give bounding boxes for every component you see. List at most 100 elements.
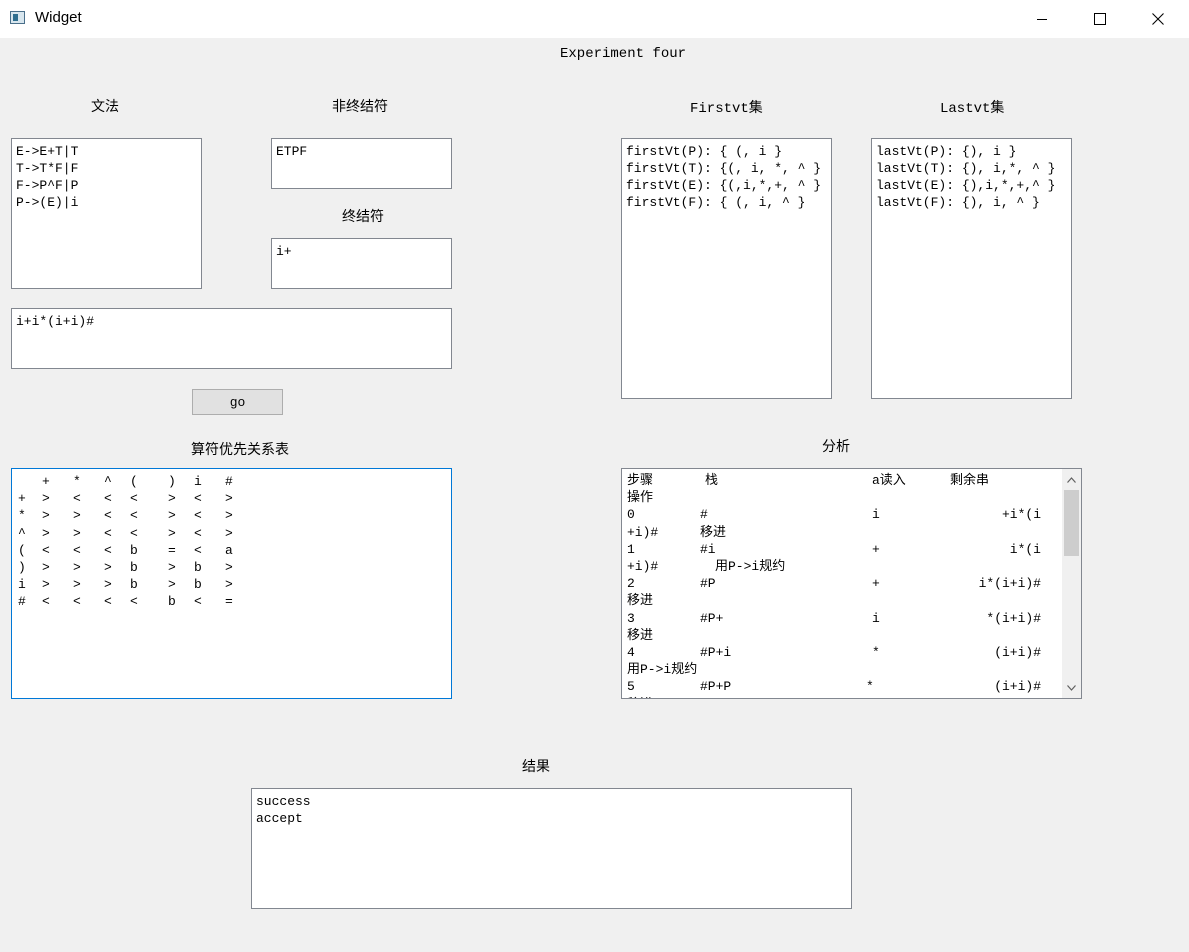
analysis-read: i [872, 507, 880, 523]
lastvt-textbox[interactable]: lastVt(P): {), i } lastVt(T): {), i,*, ^… [871, 138, 1072, 399]
precedence-cell: > [225, 560, 233, 575]
title-bar: Widget [0, 0, 1189, 38]
precedence-header-cell: ( [130, 474, 138, 489]
analysis-read: + [872, 576, 880, 592]
precedence-cell: < [194, 491, 202, 507]
app-icon [10, 11, 25, 24]
precedence-header-cell: # [225, 474, 233, 489]
analysis-rest: +i*(i [1001, 507, 1041, 523]
precedence-cell: > [42, 491, 50, 507]
lastvt-line: lastVt(F): {), i, ^ } [876, 195, 1040, 210]
analysis-step: 3 [627, 610, 635, 626]
precedence-cell: > [104, 560, 112, 575]
precedence-cell: < [73, 542, 81, 558]
analysis-label: 分析 [822, 439, 850, 455]
terminals-value: i+ [276, 244, 292, 259]
close-icon [1152, 13, 1164, 25]
firstvt-line: firstVt(E): {(,i,*,+, ^ } [626, 178, 822, 193]
precedence-cell: < [104, 508, 112, 524]
grammar-line: F->P^F|P [16, 178, 79, 193]
precedence-cell: < [73, 594, 81, 610]
input-string-textbox[interactable]: i+i*(i+i)# [11, 308, 452, 369]
nonterminals-value: ETPF [276, 144, 308, 159]
result-label: 结果 [522, 759, 550, 775]
analysis-rest: *(i+i)# [986, 610, 1041, 626]
analysis-step: 2 [627, 576, 635, 592]
precedence-cell: > [73, 525, 81, 541]
analysis-read: * [872, 645, 880, 660]
minimize-button[interactable] [1013, 0, 1071, 38]
analysis-rest: i*(i+i)# [978, 576, 1041, 592]
precedence-cell: > [225, 508, 233, 524]
precedence-cell: < [130, 491, 138, 507]
analysis-header-stack: 栈 [705, 473, 719, 488]
precedence-cell: + [18, 491, 26, 507]
lastvt-line: lastVt(P): {), i } [876, 144, 1017, 159]
precedence-cell: < [194, 594, 202, 610]
precedence-header-cell: + [42, 474, 50, 489]
precedence-cell: > [73, 508, 81, 524]
terminals-textbox[interactable]: i+ [271, 238, 452, 289]
grammar-line: E->E+T|T [16, 144, 79, 159]
input-string-value: i+i*(i+i)# [16, 314, 95, 329]
analysis-read: i [872, 610, 880, 626]
precedence-cell: = [168, 542, 176, 558]
precedence-cell: > [104, 577, 112, 593]
precedence-cell: b [168, 594, 176, 610]
page-title: Experiment four [560, 46, 687, 62]
result-line: success [256, 794, 311, 809]
precedence-cell: < [42, 594, 50, 610]
analysis-rest: (i+i)# [994, 679, 1041, 695]
precedence-cell: ^ [18, 525, 26, 541]
analysis-content: 步骤栈 a读入 剩余串 操作 0 # i +i*(i +i)# 移进 1 #i + i*(i +i)# 用P-… [622, 469, 1062, 698]
precedence-table-textbox[interactable]: + * ^() i # + > < < < > < > * > > < < > < > ^ > > < < > < >(< < < b = < a)… [11, 468, 452, 699]
precedence-cell: < [194, 508, 202, 524]
analysis-step: 1 [627, 541, 635, 557]
precedence-cell: b [194, 560, 202, 575]
precedence-cell: b [194, 577, 202, 593]
precedence-cell: < [130, 525, 138, 541]
scroll-thumb[interactable] [1064, 490, 1079, 556]
precedence-cell: > [225, 491, 233, 507]
grammar-line: T->T*F|F [16, 161, 79, 176]
analysis-read: + [872, 541, 880, 557]
precedence-cell: > [42, 560, 50, 575]
precedence-cell: i [18, 577, 26, 593]
precedence-cell: < [42, 542, 50, 558]
precedence-cell: < [73, 491, 81, 507]
firstvt-label: Firstvt集 [690, 101, 763, 117]
precedence-cell: b [130, 577, 138, 593]
analysis-action: 用P->i规约 [715, 559, 786, 574]
analysis-textbox[interactable]: 步骤栈 a读入 剩余串 操作 0 # i +i*(i +i)# 移进 1 #i + i*(i +i)# 用P-… [621, 468, 1082, 699]
precedence-cell: < [104, 542, 112, 558]
precedence-cell: > [42, 525, 50, 541]
precedence-header-cell: ) [168, 474, 176, 489]
scroll-down-button[interactable] [1062, 679, 1081, 696]
close-button[interactable] [1129, 0, 1187, 38]
firstvt-textbox[interactable]: firstVt(P): { (, i } firstVt(T): {(, i, … [621, 138, 832, 399]
go-button[interactable]: go [192, 389, 283, 415]
analysis-scrollbar[interactable] [1062, 469, 1081, 698]
precedence-cell: > [225, 577, 233, 593]
precedence-cell: < [104, 525, 112, 541]
lastvt-label: Lastvt集 [940, 101, 1005, 117]
precedence-cell: > [168, 491, 176, 507]
analysis-rest: i*(i [1009, 541, 1041, 557]
precedence-cell: > [42, 577, 50, 593]
analysis-rest-cont: +i)# [627, 559, 659, 574]
analysis-stack: #P [700, 576, 716, 592]
analysis-read: * [866, 679, 874, 695]
precedence-cell: > [168, 577, 176, 593]
precedence-header-cell: * [73, 474, 81, 489]
precedence-cell: ( [18, 542, 26, 558]
analysis-step: 5 [627, 679, 635, 695]
nonterminals-textbox[interactable]: ETPF [271, 138, 452, 189]
precedence-cell: > [168, 525, 176, 541]
precedence-cell: b [130, 542, 138, 558]
grammar-textbox[interactable]: E->E+T|T T->T*F|F F->P^F|P P->(E)|i [11, 138, 202, 289]
precedence-cell: a [225, 542, 233, 558]
result-textbox[interactable]: success accept [251, 788, 852, 909]
scroll-up-button[interactable] [1062, 471, 1081, 488]
maximize-button[interactable] [1071, 0, 1129, 38]
analysis-stack: #P+P [700, 679, 732, 695]
